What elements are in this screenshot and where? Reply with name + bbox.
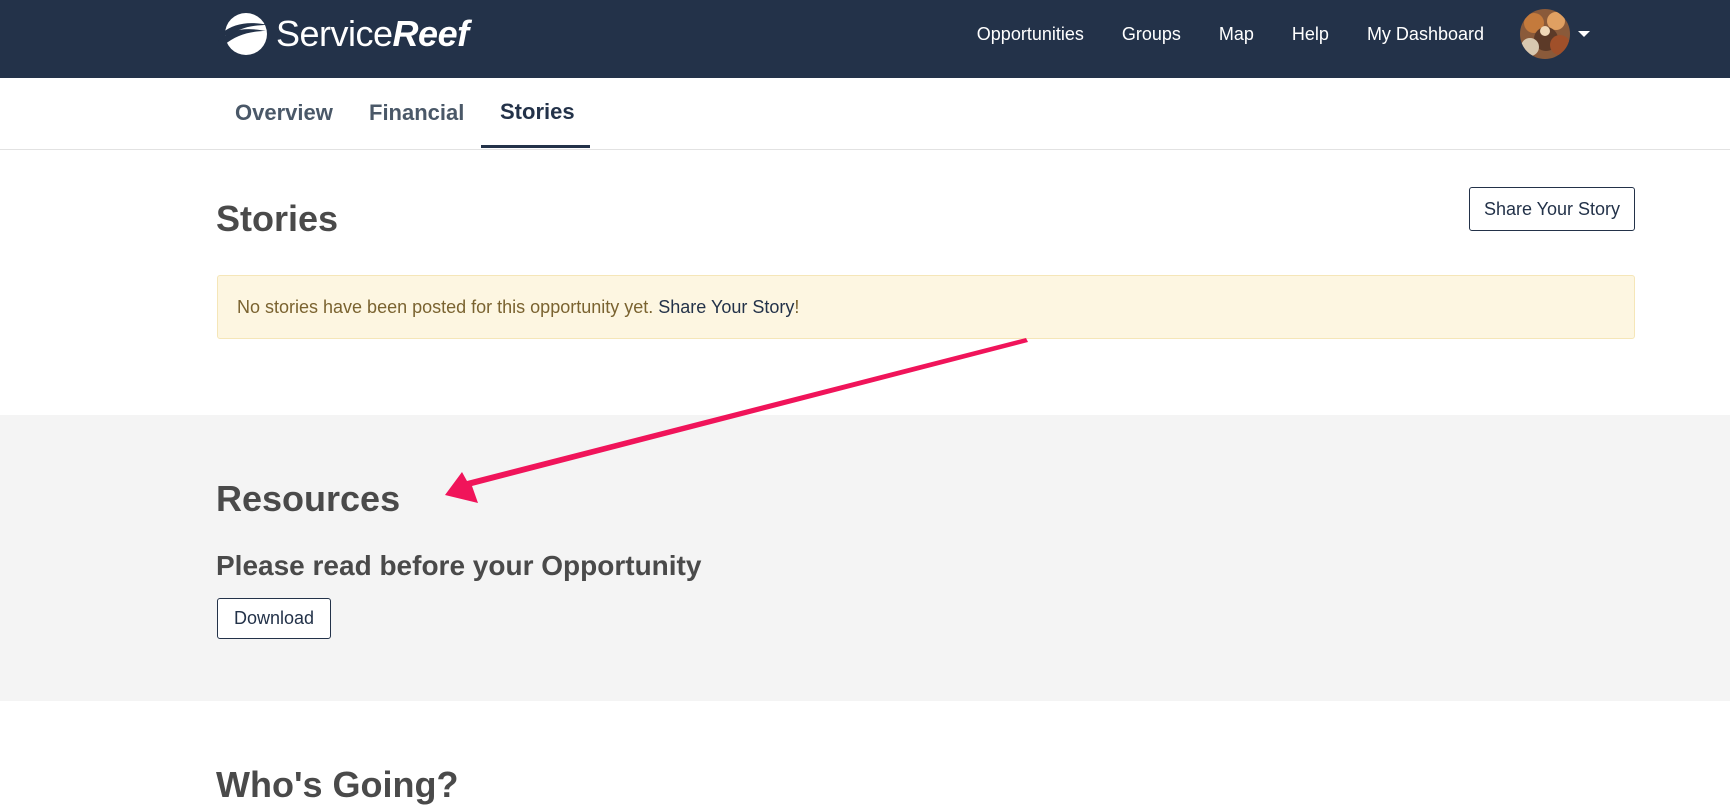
nav-my-dashboard[interactable]: My Dashboard xyxy=(1367,24,1484,45)
tab-overview[interactable]: Overview xyxy=(216,78,352,148)
alert-share-story-link[interactable]: Share Your Story xyxy=(658,297,794,318)
tab-stories[interactable]: Stories xyxy=(481,78,590,148)
nav-groups[interactable]: Groups xyxy=(1122,24,1181,45)
logo-text-bold: Reef xyxy=(392,13,470,54)
nav-opportunities[interactable]: Opportunities xyxy=(977,24,1084,45)
user-avatar[interactable] xyxy=(1520,9,1570,59)
no-stories-alert: No stories have been posted for this opp… xyxy=(217,275,1635,339)
caret-down-icon[interactable] xyxy=(1578,31,1590,37)
main-nav: Opportunities Groups Map Help My Dashboa… xyxy=(977,0,1730,68)
user-menu[interactable] xyxy=(1520,9,1590,59)
logo-text: ServiceReef xyxy=(276,16,469,52)
alert-text: No stories have been posted for this opp… xyxy=(237,296,654,317)
top-navbar: ServiceReef Opportunities Groups Map Hel… xyxy=(0,0,1730,78)
resources-heading: Resources xyxy=(216,478,401,519)
nav-map[interactable]: Map xyxy=(1219,24,1254,45)
tab-financial[interactable]: Financial xyxy=(350,78,483,148)
logo-text-light: Service xyxy=(276,13,393,54)
logo-wave-icon xyxy=(216,11,272,57)
servicereef-logo[interactable]: ServiceReef xyxy=(216,6,469,62)
download-button[interactable]: Download xyxy=(217,598,331,639)
opportunity-tabs: Overview Financial Stories xyxy=(0,78,1730,150)
resource-item-title: Please read before your Opportunity xyxy=(216,550,702,581)
whos-going-heading: Who's Going? xyxy=(216,764,459,805)
stories-heading: Stories xyxy=(216,198,339,239)
share-your-story-button[interactable]: Share Your Story xyxy=(1469,187,1635,231)
nav-help[interactable]: Help xyxy=(1292,24,1329,45)
alert-suffix: ! xyxy=(794,296,800,317)
